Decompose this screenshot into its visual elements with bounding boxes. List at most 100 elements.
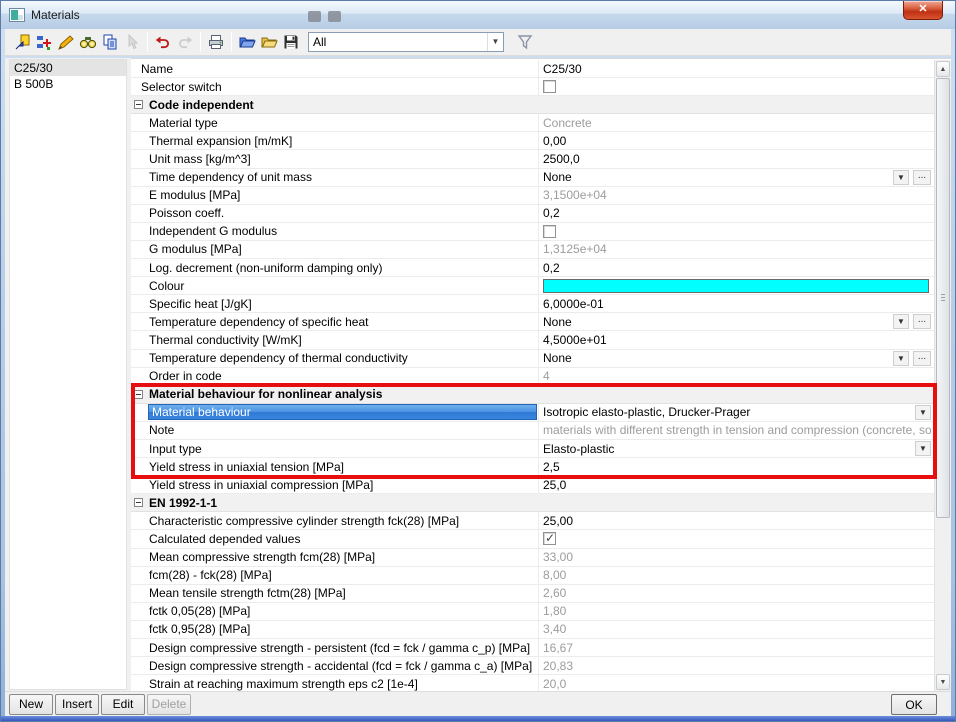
close-button[interactable] xyxy=(903,1,943,20)
property-label[interactable]: Name xyxy=(131,60,539,77)
property-row[interactable]: Input typeElasto-plastic xyxy=(131,440,934,458)
checkbox[interactable] xyxy=(543,80,556,93)
collapse-toggle-icon[interactable] xyxy=(134,100,143,109)
titlebar[interactable]: Materials xyxy=(1,1,955,29)
property-label[interactable]: Mean tensile strength fctm(28) [MPa] xyxy=(131,585,539,602)
material-list-item[interactable]: C25/30 xyxy=(10,60,126,76)
property-row[interactable]: Mean tensile strength fctm(28) [MPa]2,60 xyxy=(131,585,934,603)
group-row[interactable]: Code independent xyxy=(131,96,934,114)
ok-button[interactable]: OK xyxy=(891,694,937,715)
property-row[interactable]: Characteristic compressive cylinder stre… xyxy=(131,512,934,530)
group-row[interactable]: Material behaviour for nonlinear analysi… xyxy=(131,386,934,404)
property-row[interactable]: fctk 0,05(28) [MPa]1,80 xyxy=(131,603,934,621)
property-label[interactable]: Thermal expansion [m/mK] xyxy=(131,132,539,149)
property-row[interactable]: Order in code4 xyxy=(131,368,934,386)
edit-pencil-icon[interactable] xyxy=(55,32,76,53)
filter-funnel-icon[interactable] xyxy=(514,32,535,53)
property-value[interactable]: Concrete xyxy=(539,114,934,131)
dropdown-arrow-icon[interactable] xyxy=(893,314,909,329)
property-label[interactable]: Log. decrement (non-uniform damping only… xyxy=(131,259,539,276)
property-value[interactable]: Isotropic elasto-plastic, Drucker-Prager xyxy=(539,404,934,421)
new-item-icon[interactable] xyxy=(33,32,54,53)
checkbox[interactable] xyxy=(543,532,556,545)
property-value[interactable]: 8,00 xyxy=(539,567,934,584)
property-label[interactable]: Note xyxy=(131,422,539,439)
property-label[interactable]: Independent G modulus xyxy=(131,223,539,240)
property-label[interactable]: Material type xyxy=(131,114,539,131)
property-label[interactable]: Thermal conductivity [W/mK] xyxy=(131,331,539,348)
property-label[interactable]: Selector switch xyxy=(131,78,539,95)
property-value[interactable]: 3,40 xyxy=(539,621,934,638)
collapse-toggle-icon[interactable] xyxy=(134,498,143,507)
property-label[interactable]: fctk 0,05(28) [MPa] xyxy=(131,603,539,620)
property-value[interactable]: 25,0 xyxy=(539,476,934,493)
property-label[interactable]: Time dependency of unit mass xyxy=(131,169,539,186)
scrollbar-thumb[interactable] xyxy=(936,78,950,518)
property-row[interactable]: Yield stress in uniaxial tension [MPa]2,… xyxy=(131,458,934,476)
property-label[interactable]: Specific heat [J/gK] xyxy=(131,295,539,312)
delete-button[interactable]: Delete xyxy=(147,694,191,715)
property-row[interactable]: Time dependency of unit massNone xyxy=(131,169,934,187)
property-label[interactable]: Temperature dependency of thermal conduc… xyxy=(131,350,539,367)
property-label[interactable]: G modulus [MPa] xyxy=(131,241,539,258)
property-value[interactable]: 2500,0 xyxy=(539,150,934,167)
property-row[interactable]: Thermal conductivity [W/mK]4,5000e+01 xyxy=(131,331,934,349)
filter-combobox[interactable]: All xyxy=(308,32,504,52)
property-row[interactable]: fcm(28) - fck(28) [MPa]8,00 xyxy=(131,567,934,585)
materials-list[interactable]: C25/30B 500B xyxy=(9,59,127,690)
checkbox[interactable] xyxy=(543,225,556,238)
property-value[interactable]: 2,5 xyxy=(539,458,934,475)
property-value[interactable]: 16,67 xyxy=(539,639,934,656)
property-label[interactable]: Poisson coeff. xyxy=(131,205,539,222)
dropdown-arrow-icon[interactable] xyxy=(915,441,931,456)
colour-swatch[interactable] xyxy=(543,279,929,293)
property-row[interactable]: Independent G modulus xyxy=(131,223,934,241)
property-row[interactable]: Log. decrement (non-uniform damping only… xyxy=(131,259,934,277)
property-label[interactable]: Input type xyxy=(131,440,539,457)
property-row[interactable]: Temperature dependency of specific heatN… xyxy=(131,313,934,331)
save-icon[interactable] xyxy=(280,32,301,53)
property-label[interactable]: Material behaviour xyxy=(131,404,539,421)
property-label[interactable]: Characteristic compressive cylinder stre… xyxy=(131,512,539,529)
dropdown-arrow-icon[interactable] xyxy=(915,405,931,420)
new-button[interactable]: New xyxy=(9,694,53,715)
property-row[interactable]: Selector switch xyxy=(131,78,934,96)
combobox-dropdown-icon[interactable] xyxy=(487,33,503,51)
property-row[interactable]: Calculated depended values xyxy=(131,530,934,548)
property-value[interactable] xyxy=(539,78,934,95)
property-label[interactable]: Design compressive strength - persistent… xyxy=(131,639,539,656)
group-row[interactable]: EN 1992-1-1 xyxy=(131,494,934,512)
scroll-up-icon[interactable] xyxy=(936,61,950,77)
property-row[interactable]: Unit mass [kg/m^3]2500,0 xyxy=(131,150,934,168)
property-value[interactable]: 25,00 xyxy=(539,512,934,529)
material-list-item[interactable]: B 500B xyxy=(10,76,126,92)
copy-icon[interactable] xyxy=(99,32,120,53)
collapse-toggle-icon[interactable] xyxy=(134,390,143,399)
property-value[interactable]: 0,2 xyxy=(539,205,934,222)
property-label[interactable]: E modulus [MPa] xyxy=(131,187,539,204)
property-value[interactable] xyxy=(539,530,934,547)
property-value[interactable]: 1,3125e+04 xyxy=(539,241,934,258)
property-value[interactable]: None xyxy=(539,313,934,330)
property-label[interactable]: Strain at reaching maximum strength eps … xyxy=(131,675,539,691)
property-row[interactable]: Specific heat [J/gK]6,0000e-01 xyxy=(131,295,934,313)
property-label[interactable]: Yield stress in uniaxial compression [MP… xyxy=(131,476,539,493)
property-value[interactable]: 6,0000e-01 xyxy=(539,295,934,312)
property-label[interactable]: Colour xyxy=(131,277,539,294)
property-value[interactable]: C25/30 xyxy=(539,60,934,77)
property-label[interactable]: Design compressive strength - accidental… xyxy=(131,657,539,674)
property-row[interactable]: Yield stress in uniaxial compression [MP… xyxy=(131,476,934,494)
ellipsis-button[interactable] xyxy=(913,314,931,329)
property-label[interactable]: Calculated depended values xyxy=(131,530,539,547)
dropdown-arrow-icon[interactable] xyxy=(893,170,909,185)
property-row[interactable]: fctk 0,95(28) [MPa]3,40 xyxy=(131,621,934,639)
property-row[interactable]: Material typeConcrete xyxy=(131,114,934,132)
property-label[interactable]: Unit mass [kg/m^3] xyxy=(131,150,539,167)
undo-icon[interactable] xyxy=(152,32,173,53)
property-row[interactable]: E modulus [MPa]3,1500e+04 xyxy=(131,187,934,205)
open-folder-yellow-icon[interactable] xyxy=(258,32,279,53)
dropdown-arrow-icon[interactable] xyxy=(893,351,909,366)
property-label[interactable]: Mean compressive strength fcm(28) [MPa] xyxy=(131,549,539,566)
search-binoculars-icon[interactable] xyxy=(77,32,98,53)
property-row[interactable]: G modulus [MPa]1,3125e+04 xyxy=(131,241,934,259)
